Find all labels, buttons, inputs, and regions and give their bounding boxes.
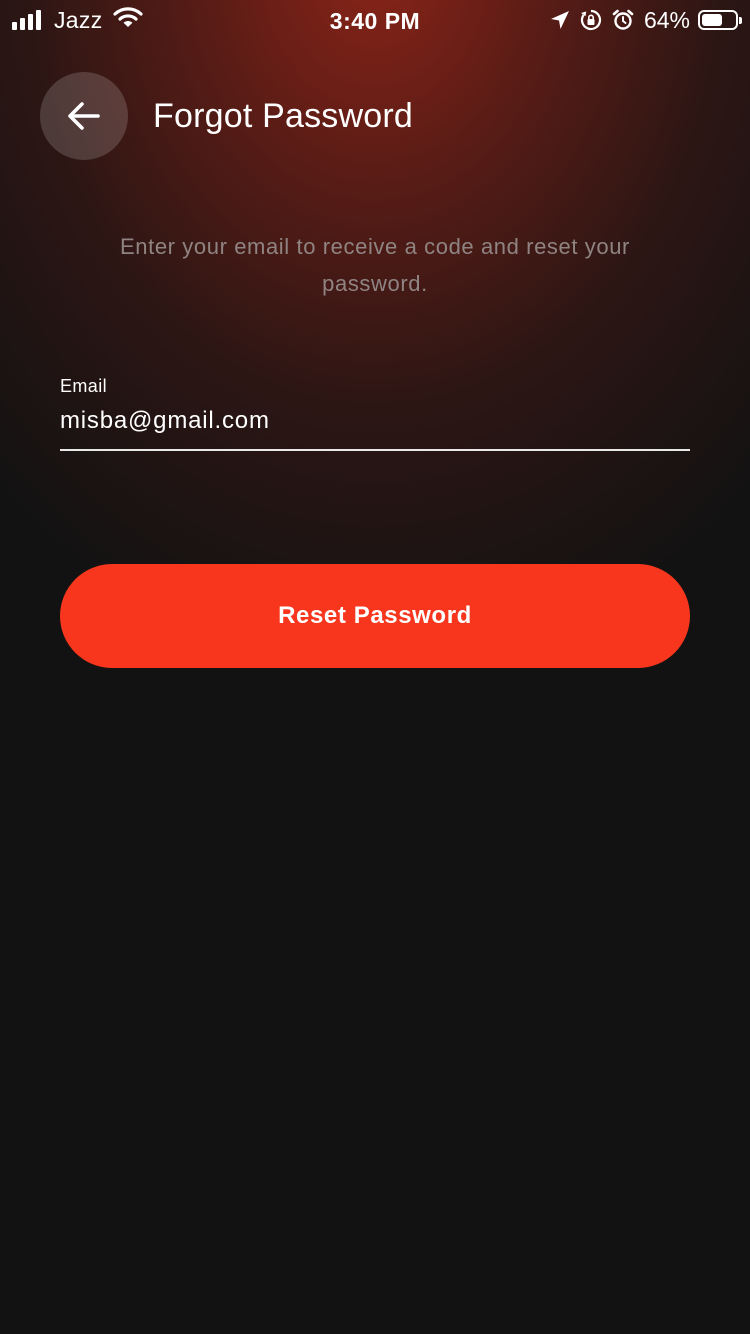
- orientation-lock-icon: [580, 9, 602, 31]
- back-button[interactable]: [40, 72, 128, 160]
- arrow-left-icon: [68, 102, 100, 130]
- email-label: Email: [60, 376, 108, 396]
- email-input[interactable]: [60, 407, 690, 451]
- forgot-password-screen: Jazz 3:40 PM 64% Forgot Password Enter y…: [0, 0, 750, 1334]
- battery-level: [702, 14, 722, 26]
- status-bar-right: 64%: [540, 6, 742, 33]
- reset-password-button[interactable]: Reset Password: [60, 564, 690, 668]
- page-title: Forgot Password: [153, 96, 413, 135]
- status-bar: Jazz 3:40 PM 64%: [0, 0, 750, 40]
- instructions-text: Enter your email to receive a code and r…: [120, 234, 630, 296]
- email-field: Email: [60, 376, 690, 451]
- alarm-icon: [612, 9, 634, 31]
- battery-cap: [739, 17, 742, 24]
- battery-percent: 64%: [643, 6, 690, 33]
- location-arrow-icon: [550, 10, 570, 30]
- header: Forgot Password: [40, 72, 413, 160]
- battery-icon: [698, 10, 742, 30]
